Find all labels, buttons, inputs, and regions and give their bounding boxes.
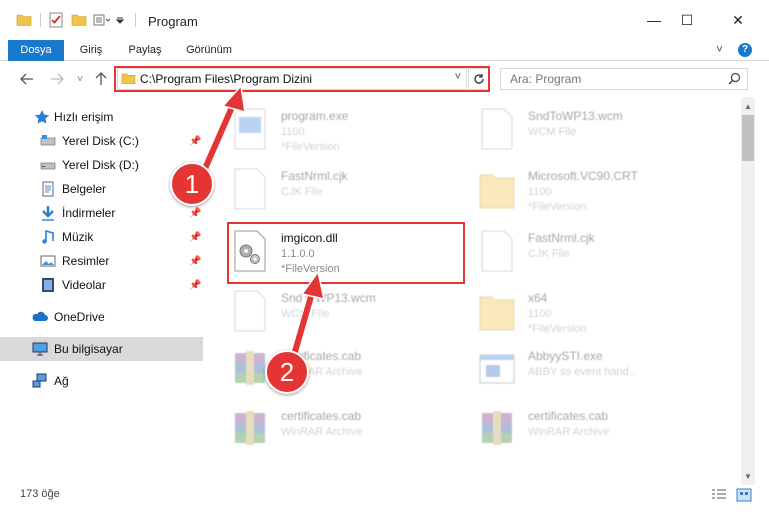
step-2-badge: 2 — [265, 350, 309, 394]
step-1-badge: 1 — [170, 162, 214, 206]
annotation-arrows — [195, 84, 325, 364]
